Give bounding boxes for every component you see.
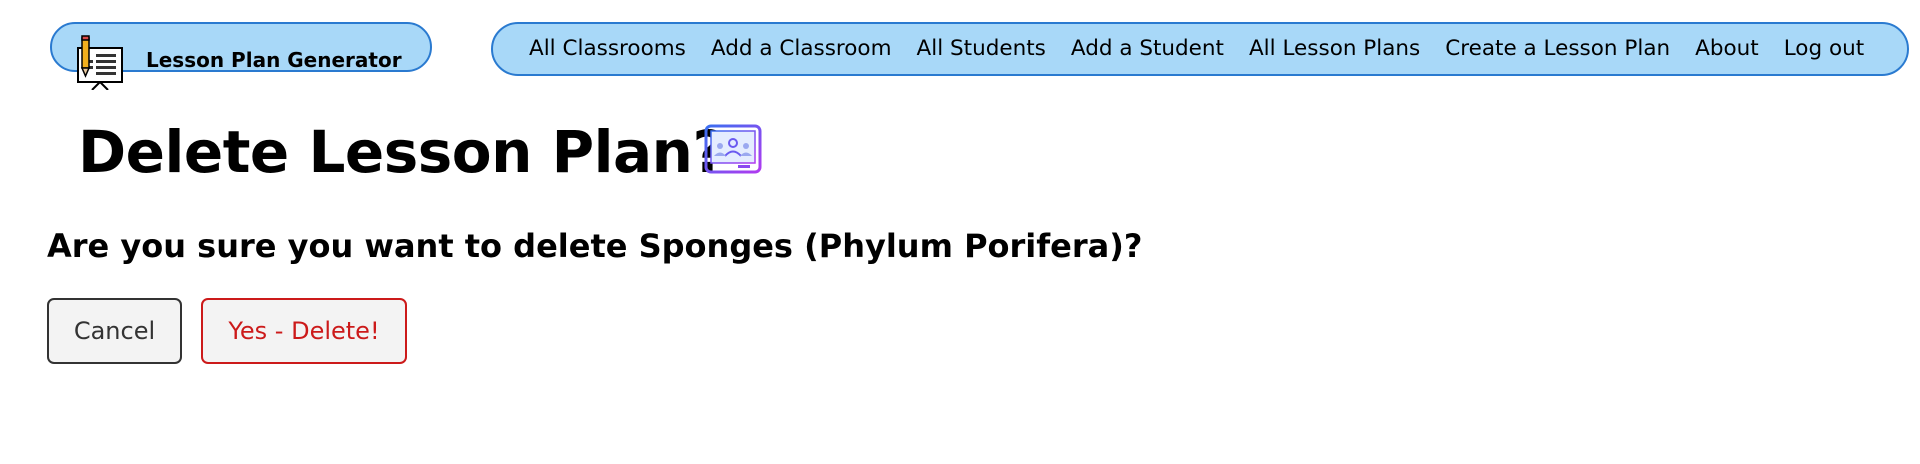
brand-home-link[interactable]: Lesson Plan Generator [50,22,432,90]
nav-all-lesson-plans[interactable]: All Lesson Plans [1249,36,1420,62]
nav-about[interactable]: About [1695,36,1759,62]
nav-add-student[interactable]: Add a Student [1071,36,1224,62]
cancel-button[interactable]: Cancel [47,298,182,364]
main-nav: All Classrooms Add a Classroom All Stude… [491,22,1909,76]
classroom-icon [704,124,762,174]
lesson-board-icon [77,35,123,90]
nav-add-classroom[interactable]: Add a Classroom [711,36,892,62]
brand-label: Lesson Plan Generator [146,48,402,72]
nav-create-lesson-plan[interactable]: Create a Lesson Plan [1445,36,1670,62]
top-bar: Lesson Plan Generator All Classrooms Add… [0,0,1920,90]
nav-all-classrooms[interactable]: All Classrooms [529,36,686,62]
confirm-delete-button[interactable]: Yes - Delete! [201,298,407,364]
nav-all-students[interactable]: All Students [917,36,1046,62]
page-title: Delete Lesson Plan? [78,118,726,186]
nav-log-out[interactable]: Log out [1784,36,1864,62]
delete-confirmation-question: Are you sure you want to delete Sponges … [47,227,1143,265]
